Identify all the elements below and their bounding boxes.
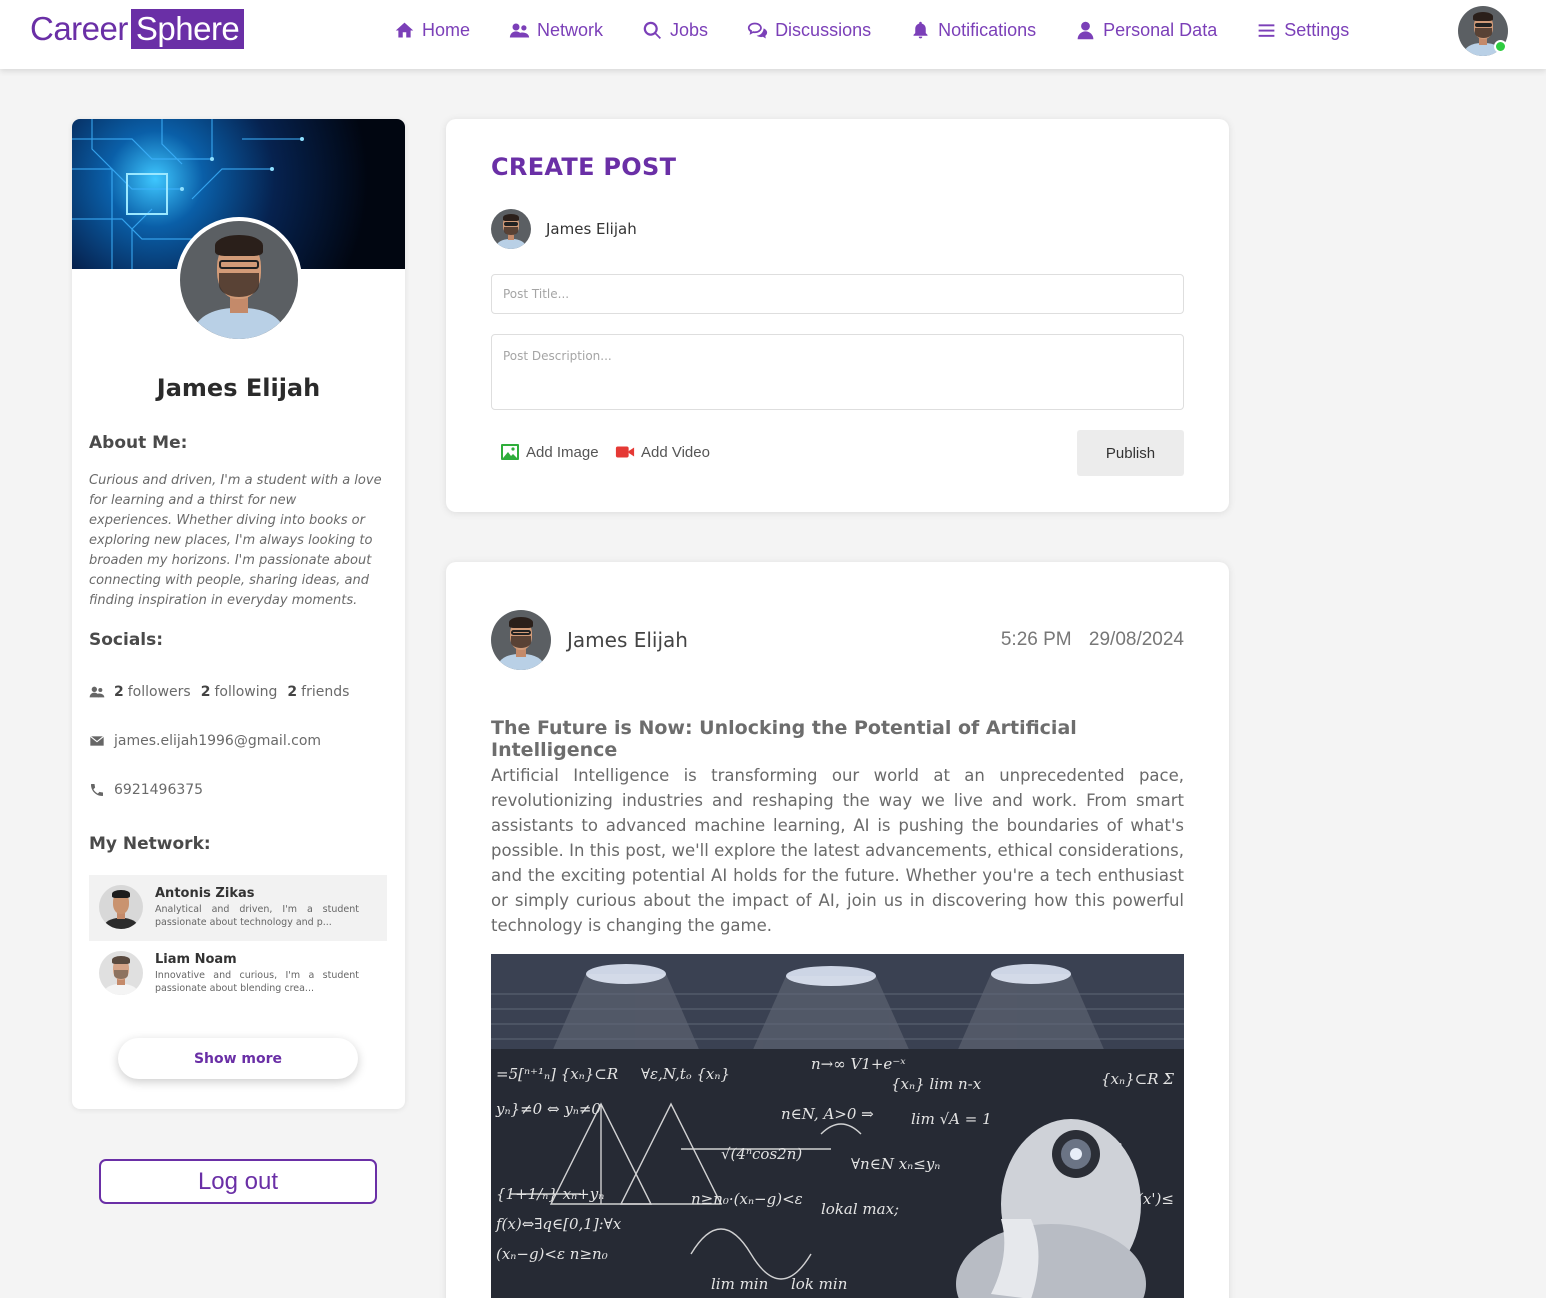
svg-text:{xₙ}⊂R Σ: {xₙ}⊂R Σ xyxy=(1101,1070,1174,1088)
brand-logo-sphere: Sphere xyxy=(130,9,245,49)
svg-text:lim √A = 1: lim √A = 1 xyxy=(911,1110,992,1128)
nav-network-label: Network xyxy=(537,20,604,40)
network-avatar xyxy=(99,951,143,995)
profile-card: James Elijah About Me: Curious and drive… xyxy=(72,119,405,1109)
add-image-button[interactable]: Add Image xyxy=(500,443,599,461)
logout-button[interactable]: Log out xyxy=(99,1159,377,1204)
add-video-button[interactable]: Add Video xyxy=(615,443,710,461)
friends-count: 2 xyxy=(287,684,298,700)
about-text: Curious and driven, I'm a student with a… xyxy=(89,473,382,608)
svg-text:yₙ}≠0 ⇔ yₙ≠0: yₙ}≠0 ⇔ yₙ≠0 xyxy=(495,1100,601,1118)
create-post-username: James Elijah xyxy=(546,220,637,238)
network-item-desc: Analytical and driven, I'm a student pas… xyxy=(155,904,359,928)
profile-name: James Elijah xyxy=(156,374,321,402)
post-author-avatar[interactable] xyxy=(491,610,551,670)
svg-text:{1+1/ₙ} xₙ+yₙ: {1+1/ₙ} xₙ+yₙ xyxy=(496,1185,604,1203)
network-item-desc: Innovative and curious, I'm a student pa… xyxy=(155,970,359,994)
post-body: Artificial Intelligence is transforming … xyxy=(491,766,1184,935)
home-icon xyxy=(395,22,414,38)
create-post-card: CREATE POST James Elijah Add Image Add V… xyxy=(446,119,1229,512)
svg-text:=5[ⁿ⁺¹ₙ] {xₙ}⊂R: =5[ⁿ⁺¹ₙ] {xₙ}⊂R xyxy=(496,1065,618,1083)
nav-jobs-label: Jobs xyxy=(670,20,709,40)
network-avatar xyxy=(99,885,143,929)
phone-text: 6921496375 xyxy=(114,782,204,798)
network-item[interactable]: Liam Noam Innovative and curious, I'm a … xyxy=(89,941,387,1007)
create-post-avatar xyxy=(491,209,531,249)
svg-text:lok min: lok min xyxy=(791,1275,847,1293)
envelope-icon xyxy=(90,735,104,746)
post-time: 5:26 PM xyxy=(1000,629,1072,650)
nav-jobs[interactable]: Jobs xyxy=(642,20,708,41)
about-heading: About Me: xyxy=(89,433,188,453)
nav-notifications[interactable]: Notifications xyxy=(910,20,1036,41)
social-counts: 2 followers 2 following 2 friends xyxy=(89,684,349,700)
followers-label[interactable]: followers xyxy=(128,684,191,700)
network-item-name: Antonis Zikas xyxy=(155,886,255,901)
email-text: james.elijah1996@gmail.com xyxy=(114,733,322,749)
phone-icon xyxy=(91,784,103,796)
create-post-user: James Elijah xyxy=(491,209,637,249)
followers-count: 2 xyxy=(114,684,124,700)
nav-notifications-label: Notifications xyxy=(938,20,1037,40)
network-heading: My Network: xyxy=(89,834,211,854)
svg-text:n→∞ V1+e⁻ˣ: n→∞ V1+e⁻ˣ xyxy=(811,1055,906,1073)
post-date: 29/08/2024 xyxy=(1088,629,1184,650)
post-title: The Future is Now: Unlocking the Potenti… xyxy=(491,717,1077,761)
nav-settings[interactable]: Settings xyxy=(1256,20,1349,41)
friends-label[interactable]: friends xyxy=(301,684,349,700)
svg-text:n≥n₀·(xₙ−g)<ε: n≥n₀·(xₙ−g)<ε xyxy=(691,1190,803,1208)
following-count: 2 xyxy=(200,684,211,700)
post-author: James Elijah xyxy=(491,610,688,670)
nav-discussions[interactable]: Discussions xyxy=(747,20,871,41)
main-nav: Home Network Jobs Discussions Notificati… xyxy=(394,20,1388,41)
nav-home-label: Home xyxy=(422,20,471,40)
svg-text:lim min: lim min xyxy=(711,1275,768,1293)
svg-text:(xₙ−g)<ε n≥n₀: (xₙ−g)<ε n≥n₀ xyxy=(496,1245,608,1263)
nav-discussions-label: Discussions xyxy=(775,20,872,40)
users-icon xyxy=(509,23,530,38)
nav-settings-label: Settings xyxy=(1284,20,1350,40)
online-status-indicator xyxy=(1494,40,1507,53)
create-post-heading: CREATE POST xyxy=(491,153,677,181)
post-author-name[interactable]: James Elijah xyxy=(567,628,688,652)
publish-button[interactable]: Publish xyxy=(1077,430,1184,476)
brand-logo-career: Career xyxy=(30,10,128,47)
network-item[interactable]: Antonis Zikas Analytical and driven, I'm… xyxy=(89,875,387,941)
brand-logo[interactable]: Career Sphere xyxy=(30,9,245,49)
top-navbar: Career Sphere Home Network Jobs Discussi… xyxy=(0,0,1546,69)
post-description-input[interactable] xyxy=(491,334,1184,410)
nav-personal-data-label: Personal Data xyxy=(1103,20,1218,40)
svg-text:∀n∈N xₙ≤yₙ: ∀n∈N xₙ≤yₙ xyxy=(851,1155,940,1173)
post-card: James Elijah 5:26 PM 29/08/2024 The Futu… xyxy=(446,562,1229,1298)
chat-icon xyxy=(747,22,768,39)
svg-text:lokal max;: lokal max; xyxy=(821,1200,899,1218)
post-timestamp: 5:26 PM 29/08/2024 xyxy=(1001,629,1184,651)
search-icon xyxy=(643,21,662,39)
phone-row: 6921496375 xyxy=(89,782,203,798)
svg-text:{xₙ} lim n-x: {xₙ} lim n-x xyxy=(891,1075,982,1093)
svg-text:f(x)⇔∃q∈[0,1]:∀x: f(x)⇔∃q∈[0,1]:∀x xyxy=(495,1215,622,1233)
add-image-label: Add Image xyxy=(526,443,599,461)
image-icon xyxy=(501,444,519,460)
post-image: =5[ⁿ⁺¹ₙ] {xₙ}⊂R ∀ε,N,tₒ {xₙ} n→∞ V1+e⁻ˣ … xyxy=(491,954,1184,1298)
socials-heading: Socials: xyxy=(89,630,164,650)
svg-text:∀ε,N,tₒ {xₙ}: ∀ε,N,tₒ {xₙ} xyxy=(641,1065,730,1083)
bell-icon xyxy=(913,21,928,39)
email-row: james.elijah1996@gmail.com xyxy=(89,733,321,749)
following-label[interactable]: following xyxy=(214,684,277,700)
show-more-button[interactable]: Show more xyxy=(118,1038,358,1079)
user-icon xyxy=(1077,21,1094,40)
users-icon xyxy=(89,686,105,698)
menu-icon xyxy=(1258,24,1275,37)
nav-network[interactable]: Network xyxy=(509,20,603,41)
post-title-input[interactable] xyxy=(491,274,1184,314)
nav-home[interactable]: Home xyxy=(394,20,470,41)
profile-photo xyxy=(176,217,302,343)
nav-personal-data[interactable]: Personal Data xyxy=(1075,20,1217,41)
svg-text:√(4ⁿcos2n): √(4ⁿcos2n) xyxy=(721,1145,802,1163)
svg-text:n∈N, A>0 ⇒: n∈N, A>0 ⇒ xyxy=(781,1105,874,1123)
video-camera-icon xyxy=(615,446,635,458)
add-video-label: Add Video xyxy=(641,443,710,461)
network-item-name: Liam Noam xyxy=(155,952,237,967)
